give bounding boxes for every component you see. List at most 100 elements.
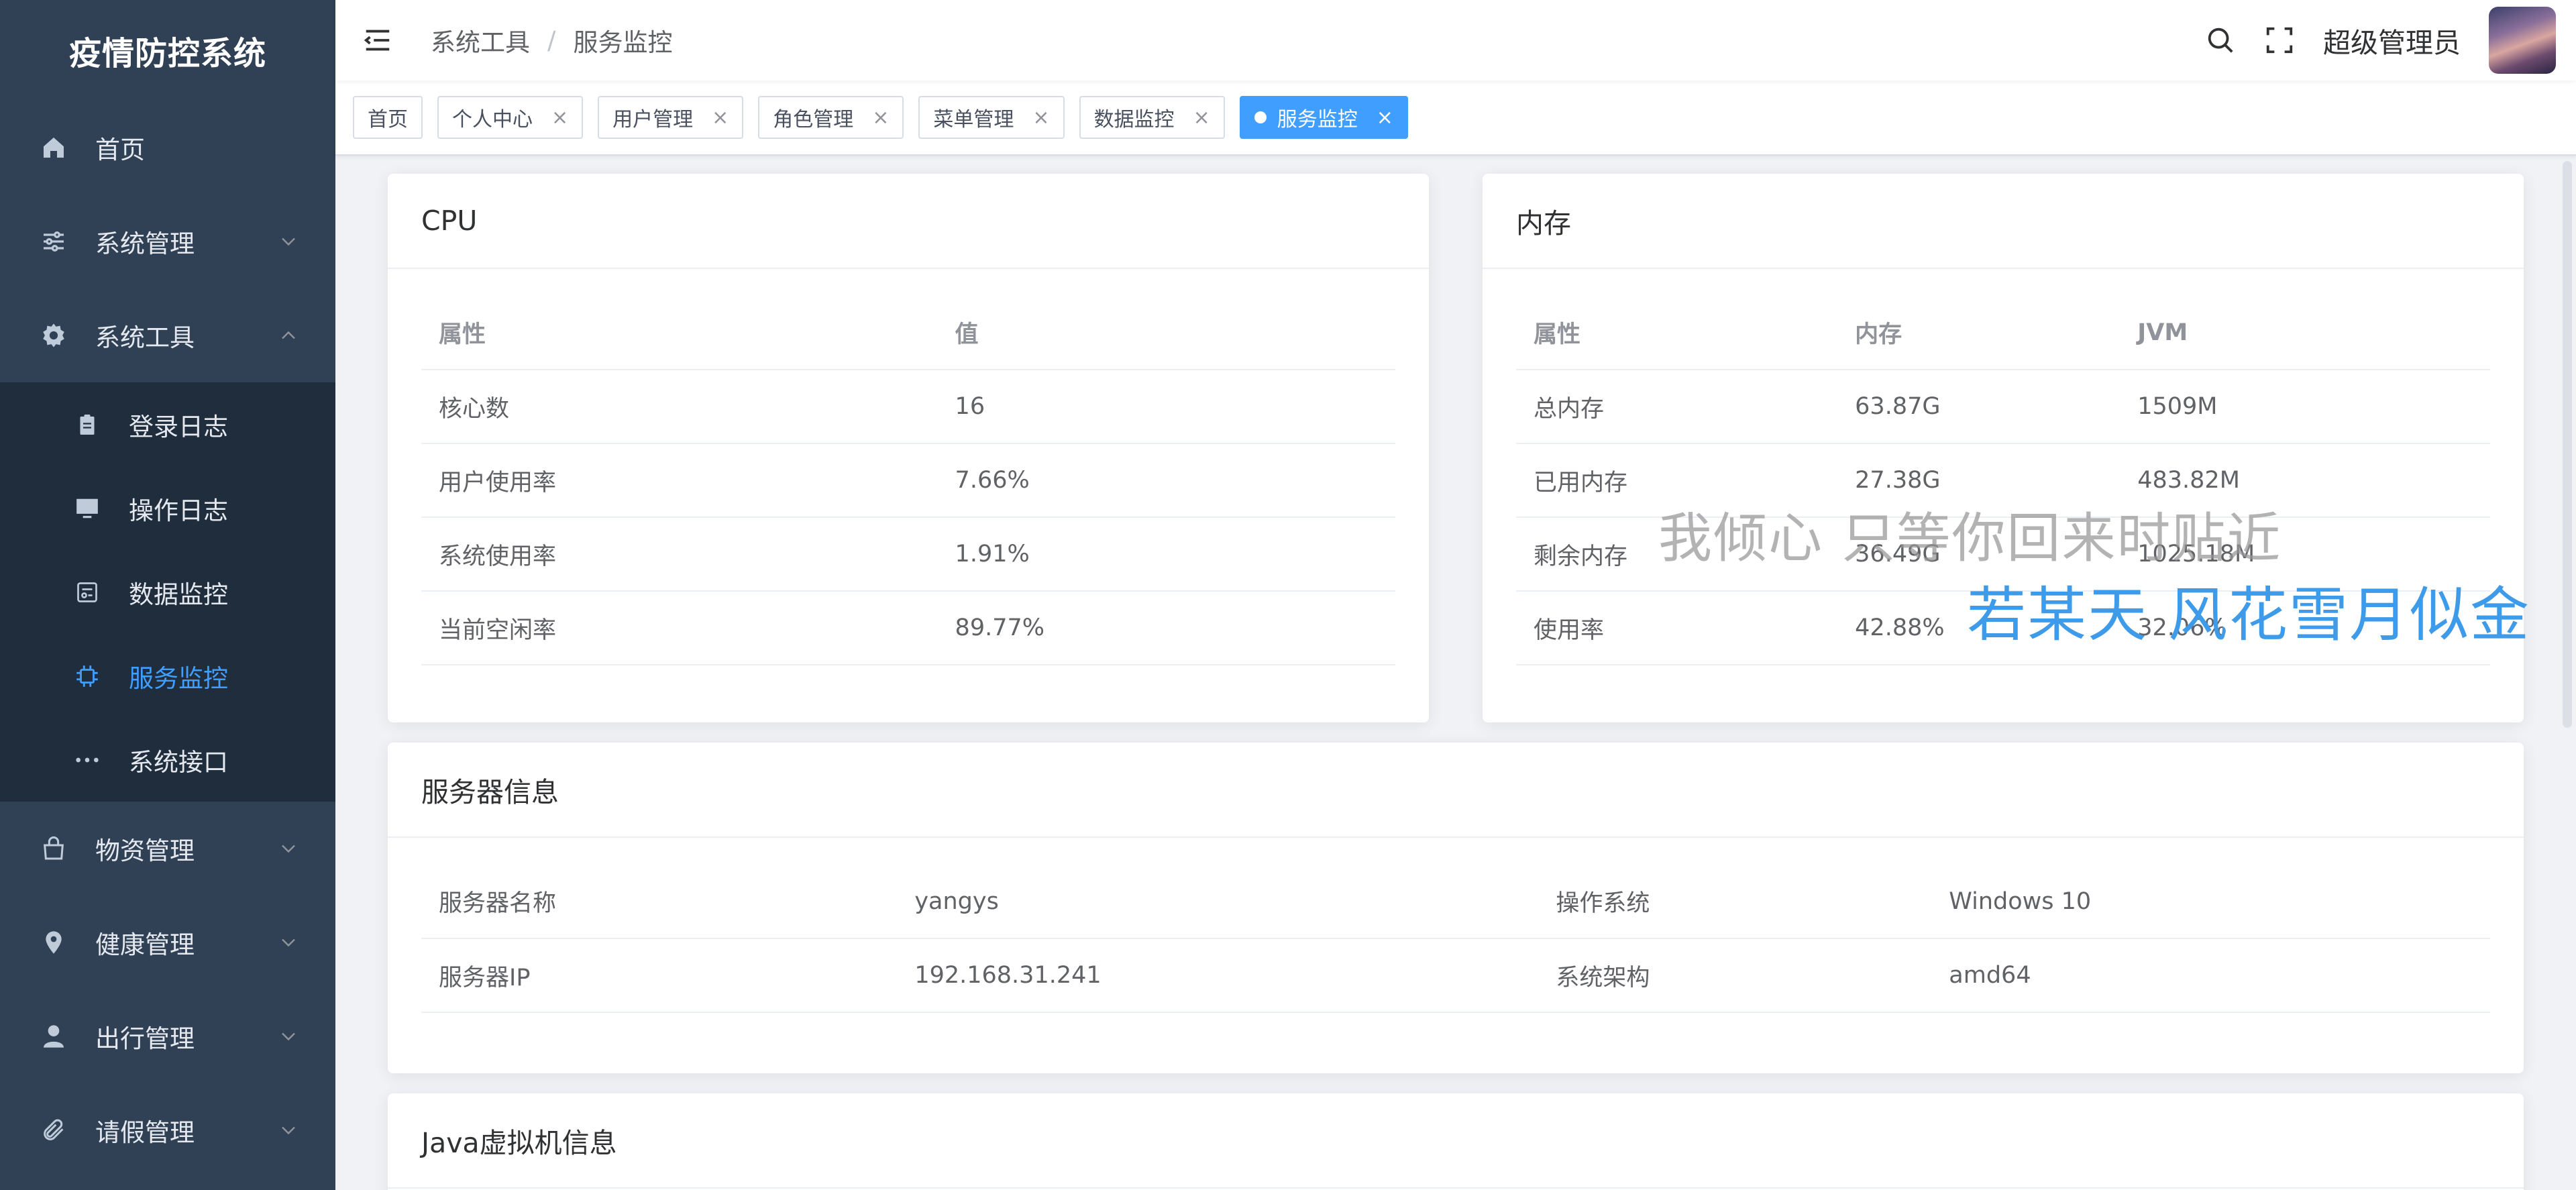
sidebar-item-label: 系统管理	[95, 229, 195, 258]
chevron-down-icon	[282, 1126, 295, 1135]
table-header-row: 属性 值	[421, 296, 1395, 370]
breadcrumb: 系统工具 / 服务监控	[431, 22, 672, 58]
navbar-right: 超级管理员	[2205, 0, 2556, 80]
sidebar-item-label: 系统接口	[129, 747, 228, 777]
close-icon[interactable]: ×	[1032, 106, 1049, 129]
hamburger-icon[interactable]	[362, 25, 393, 56]
server-table: 服务器名称 yangys 操作系统 Windows 10 服务器IP 192.1…	[421, 865, 2490, 1013]
memory-card-title: 内存	[1483, 174, 2524, 269]
close-icon[interactable]: ×	[1377, 106, 1393, 129]
sidebar-item-label: 操作日志	[129, 496, 228, 525]
sidebar-item-label: 系统工具	[95, 323, 195, 352]
chevron-down-icon	[282, 938, 295, 947]
chevron-down-icon	[282, 845, 295, 853]
table-cell: 63.87G	[1837, 370, 2121, 444]
column-header: JVM	[2120, 296, 2490, 370]
table-cell: 系统架构	[1538, 938, 1932, 1013]
location-icon	[39, 928, 68, 957]
tag-label: 数据监控	[1093, 108, 1175, 131]
sidebar-item-system-api[interactable]: 系统接口	[0, 718, 335, 802]
table-header-row: 属性 内存 JVM	[1516, 296, 2490, 370]
server-info-card: 服务器信息 服务器名称 yangys 操作系统 Windows 10 服务器IP…	[388, 743, 2524, 1073]
table-cell: 89.77%	[937, 591, 1395, 665]
column-header: 值	[937, 296, 1395, 370]
close-icon[interactable]: ×	[872, 106, 889, 129]
sidebar-item-system-management[interactable]: 系统管理	[0, 195, 335, 288]
tag-role-management[interactable]: 角色管理 ×	[758, 96, 904, 139]
cpu-card-title: CPU	[388, 174, 1429, 269]
table-cell: 用户使用率	[421, 443, 938, 518]
tags-view: 首页 个人中心 × 用户管理 × 角色管理 × 菜单管理 × 数据监控 × 服务…	[335, 80, 2576, 156]
table-row: 系统使用率 1.91%	[421, 517, 1395, 592]
table-cell: Windows 10	[1931, 865, 2490, 939]
sidebar-item-operation-log[interactable]: 操作日志	[0, 466, 335, 550]
sidebar-item-home[interactable]: 首页	[0, 101, 335, 195]
tag-label: 首页	[368, 108, 408, 131]
table-cell: 1.91%	[937, 517, 1395, 592]
table-cell: 192.168.31.241	[897, 938, 1539, 1013]
breadcrumb-current: 服务监控	[573, 28, 673, 57]
lyric-overlay-line2: 若某天 风花雪月似金	[1967, 580, 2530, 649]
tag-service-monitor[interactable]: 服务监控 ×	[1239, 96, 1408, 139]
avatar[interactable]	[2489, 7, 2556, 74]
jvm-card: Java虚拟机信息	[388, 1093, 2524, 1190]
sidebar-item-health[interactable]: 健康管理	[0, 896, 335, 989]
chevron-down-icon	[282, 237, 295, 246]
tag-data-monitor[interactable]: 数据监控 ×	[1079, 96, 1225, 139]
tag-profile[interactable]: 个人中心 ×	[437, 96, 584, 139]
table-cell: 16	[937, 370, 1395, 444]
more-icon	[72, 745, 102, 775]
sidebar: 疫情防控系统 首页 系统管理 系统工具 登录日志 操作日志 数据监控 服务监控 …	[0, 0, 335, 1190]
database-icon	[72, 578, 102, 607]
table-cell: 操作系统	[1538, 865, 1932, 939]
username[interactable]: 超级管理员	[2323, 20, 2461, 60]
chevron-up-icon	[282, 331, 295, 339]
table-row: 服务器名称 yangys 操作系统 Windows 10	[421, 865, 2490, 939]
sidebar-item-label: 服务监控	[129, 663, 228, 693]
column-header: 属性	[1516, 296, 1838, 370]
tag-home[interactable]: 首页	[353, 96, 423, 139]
sidebar-item-login-log[interactable]: 登录日志	[0, 382, 335, 466]
close-icon[interactable]: ×	[712, 106, 729, 129]
sidebar-item-travel[interactable]: 出行管理	[0, 989, 335, 1083]
table-row: 核心数 16	[421, 370, 1395, 444]
table-cell: 总内存	[1516, 370, 1838, 444]
table-row: 当前空闲率 89.77%	[421, 591, 1395, 665]
sidebar-item-label: 出行管理	[95, 1024, 195, 1053]
sidebar-item-system-tools[interactable]: 系统工具	[0, 288, 335, 382]
tag-label: 用户管理	[612, 108, 694, 131]
scrollbar[interactable]	[2563, 161, 2572, 728]
table-row: 服务器IP 192.168.31.241 系统架构 amd64	[421, 938, 2490, 1013]
tag-menu-management[interactable]: 菜单管理 ×	[918, 96, 1065, 139]
sidebar-item-supplies[interactable]: 物资管理	[0, 802, 335, 896]
close-icon[interactable]: ×	[551, 106, 568, 129]
sidebar-item-label: 登录日志	[129, 412, 228, 441]
cpu-card: CPU 属性 值 核心数 16 用户使用率 7.66% 系统使用率 1.91% …	[388, 174, 1429, 722]
server-card-title: 服务器信息	[388, 743, 2524, 838]
table-row: 用户使用率 7.66%	[421, 443, 1395, 518]
table-cell: 使用率	[1516, 591, 1838, 665]
system-tools-submenu: 登录日志 操作日志 数据监控 服务监控 系统接口	[0, 382, 335, 802]
fullscreen-icon[interactable]	[2264, 25, 2295, 56]
sidebar-item-label: 首页	[95, 136, 145, 164]
lyric-overlay-line1: 我倾心 只等你回来时贴近	[1658, 507, 2282, 570]
app-logo-title: 疫情防控系统	[68, 35, 266, 72]
close-icon[interactable]: ×	[1193, 106, 1210, 129]
active-dot-icon	[1254, 111, 1267, 123]
paperclip-icon	[39, 1116, 68, 1145]
sidebar-item-leave[interactable]: 请假管理	[0, 1083, 335, 1177]
search-icon[interactable]	[2205, 25, 2236, 56]
table-cell: 1509M	[2120, 370, 2490, 444]
column-header: 属性	[421, 296, 938, 370]
breadcrumb-item[interactable]: 系统工具	[431, 22, 530, 58]
gear-icon	[39, 321, 68, 350]
clipboard-icon	[72, 410, 102, 439]
table-cell: 系统使用率	[421, 517, 938, 592]
sidebar-item-data-monitor[interactable]: 数据监控	[0, 550, 335, 634]
sidebar-item-service-monitor[interactable]: 服务监控	[0, 634, 335, 718]
monitor-icon	[72, 494, 102, 523]
tag-user-management[interactable]: 用户管理 ×	[598, 96, 744, 139]
tag-label: 个人中心	[452, 108, 533, 131]
sidebar-item-label: 数据监控	[129, 580, 228, 609]
cpu-icon	[72, 661, 102, 691]
